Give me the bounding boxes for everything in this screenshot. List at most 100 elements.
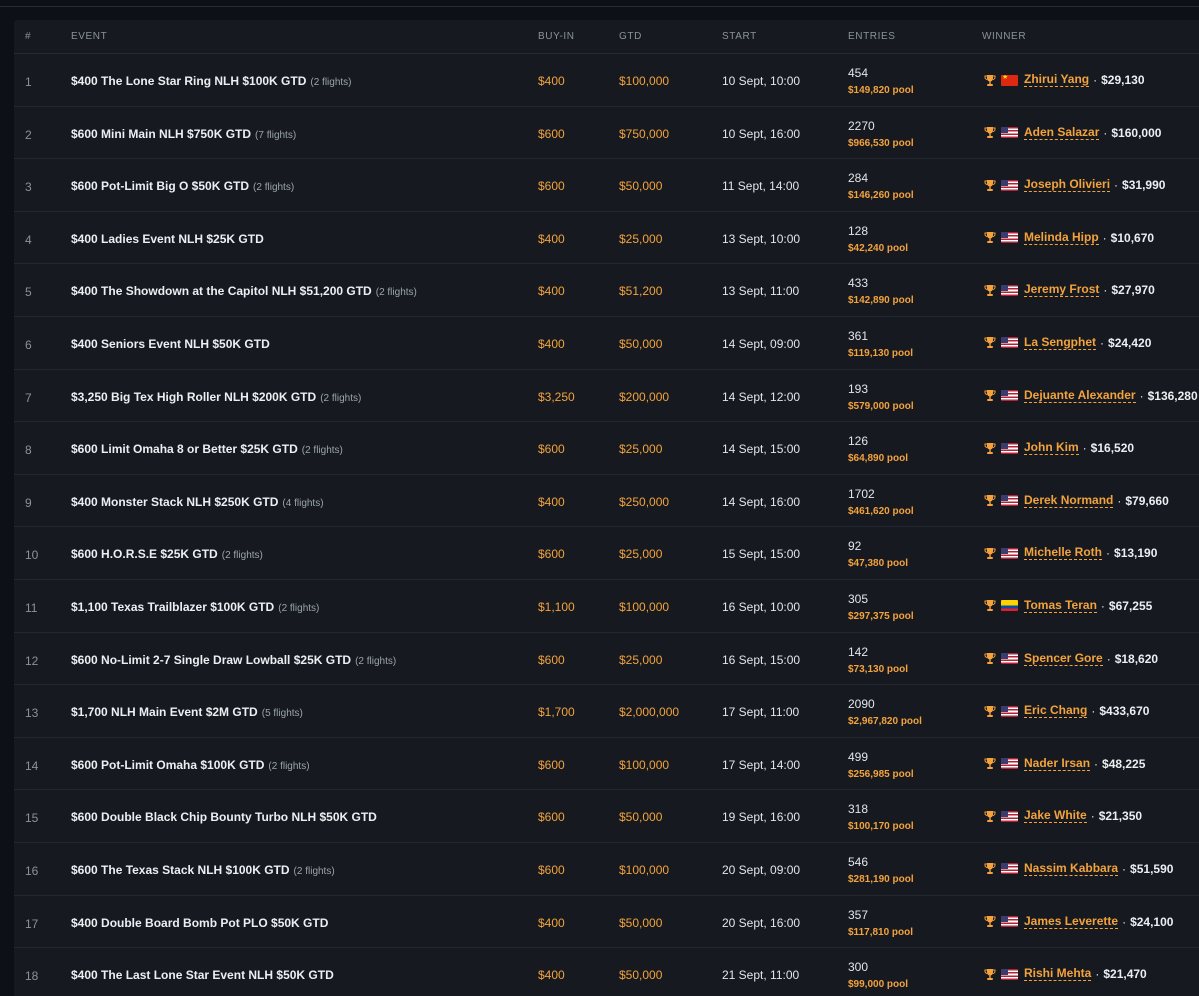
country-flag-icon — [1001, 810, 1018, 822]
winner-name-link[interactable]: Tomas Teran — [1024, 598, 1097, 613]
event-name[interactable]: $600 The Texas Stack NLH $100K GTD (2 fli… — [71, 863, 335, 877]
event-name[interactable]: $400 Monster Stack NLH $250K GTD (4 fligh… — [71, 495, 324, 509]
separator-dot: · — [1102, 230, 1107, 245]
winner-name-link[interactable]: Rishi Mehta — [1024, 967, 1092, 982]
event-number: 12 — [25, 653, 39, 668]
table-row[interactable]: 1 $400 The Lone Star Ring NLH $100K GTD(… — [14, 54, 1199, 107]
winner-name-link[interactable]: Joseph Olivieri — [1024, 178, 1111, 193]
prize-pool: $461,620 pool — [848, 505, 914, 517]
event-name[interactable]: $400 The Showdown at the Capitol NLH $51… — [71, 284, 417, 298]
event-name[interactable]: $400 Ladies Event NLH $25K GTD — [71, 232, 268, 246]
table-row[interactable]: 11 $1,100 Texas Trailblazer $100K GTD (2 … — [14, 580, 1199, 633]
event-flights: (2 flights) — [355, 655, 397, 667]
winner-prize: $433,670 — [1099, 704, 1150, 719]
prize-pool: $99,000 pool — [848, 979, 909, 991]
table-row[interactable]: 14 $600 Pot-Limit Omaha $100K GTD (2 flig… — [14, 738, 1199, 791]
event-name[interactable]: $600 Pot-Limit Big O $50K GTD (2 flights) — [71, 179, 294, 193]
event-number: 16 — [25, 863, 39, 878]
event-name[interactable]: $400 Double Board Bomb Pot PLO $50K GTD — [71, 916, 332, 930]
table-row[interactable]: 5 $400 The Showdown at the Capitol NLH $… — [14, 264, 1199, 317]
col-header-gtd[interactable]: GTD — [619, 31, 642, 42]
prize-pool: $119,130 pool — [848, 347, 914, 359]
event-buyin: $400 — [538, 915, 565, 930]
event-flights: (7 flights) — [255, 129, 297, 141]
event-start: 10 Sept, 10:00 — [722, 74, 801, 88]
event-name[interactable]: $600 Mini Main NLH $750K GTD (7 flights) — [71, 127, 296, 141]
winner-name-link[interactable]: Derek Normand — [1024, 493, 1114, 508]
event-winner: Jake White · $21,350 — [984, 809, 1143, 824]
winner-name-link[interactable]: Dejuante Alexander — [1024, 388, 1136, 403]
event-flights: (4 flights) — [282, 497, 324, 509]
winner-name-link[interactable]: Jake White — [1024, 809, 1087, 824]
event-name[interactable]: $600 Pot-Limit Omaha $100K GTD (2 flights… — [71, 758, 310, 772]
separator-dot: · — [1095, 967, 1100, 982]
winner-prize: $160,000 — [1111, 125, 1162, 140]
event-name[interactable]: $400 Seniors Event NLH $50K GTD — [71, 337, 274, 351]
table-row[interactable]: 8 $600 Limit Omaha 8 or Better $25K GTD(… — [14, 422, 1199, 475]
entries-count: 433 — [848, 276, 869, 291]
table-row[interactable]: 18 $400 The Last Lone Star Event NLH $50… — [14, 948, 1199, 996]
table-row[interactable]: 16 $600 The Texas Stack NLH $100K GTD (2 … — [14, 843, 1199, 896]
col-header-entries[interactable]: ENTRIES — [848, 31, 896, 42]
country-flag-icon — [1001, 390, 1018, 402]
winner-name-link[interactable]: John Kim — [1024, 441, 1079, 456]
table-row[interactable]: 17 $400 Double Board Bomb Pot PLO $50K G… — [14, 896, 1199, 949]
event-name[interactable]: $600 No-Limit 2-7 Single Draw Lowball $2… — [71, 653, 396, 667]
prize-pool: $142,890 pool — [848, 295, 914, 307]
winner-name-link[interactable]: Jeremy Frost — [1024, 283, 1100, 298]
col-header-event[interactable]: EVENT — [71, 31, 107, 42]
table-row[interactable]: 4 $400 Ladies Event NLH $25K GTD $400 $2… — [14, 212, 1199, 265]
prize-pool: $47,380 pool — [848, 558, 909, 570]
winner-name-link[interactable]: Melinda Hipp — [1024, 230, 1099, 245]
winner-name-link[interactable]: La Sengphet — [1024, 335, 1097, 350]
winner-name-link[interactable]: James Leverette — [1024, 914, 1119, 929]
separator-dot: · — [1090, 809, 1095, 824]
country-flag-icon — [1001, 74, 1018, 86]
table-row[interactable]: 15 $600 Double Black Chip Bounty Turbo N… — [14, 790, 1199, 843]
event-flights: (2 flights) — [375, 287, 417, 299]
event-winner: John Kim · $16,520 — [984, 441, 1134, 456]
table-row[interactable]: 10 $600 H.O.R.S.E $25K GTD (2 flights) $6… — [14, 527, 1199, 580]
winner-name-link[interactable]: Eric Chang — [1024, 704, 1088, 719]
event-start: 14 Sept, 12:00 — [722, 389, 801, 404]
winner-name-link[interactable]: Michelle Roth — [1024, 546, 1103, 561]
event-name[interactable]: $3,250 Big Tex High Roller NLH $200K GTD… — [71, 390, 361, 404]
event-name[interactable]: $600 Limit Omaha 8 or Better $25K GTD (2 … — [71, 442, 343, 456]
winner-name-link[interactable]: Nader Irsan — [1024, 756, 1091, 771]
event-start: 11 Sept, 14:00 — [722, 179, 800, 194]
event-buyin: $400 — [538, 968, 565, 983]
country-flag-icon — [1001, 653, 1018, 665]
winner-name-link[interactable]: Spencer Gore — [1024, 651, 1103, 666]
event-start: 17 Sept, 14:00 — [722, 757, 801, 772]
winner-name-link[interactable]: Aden Salazar — [1024, 125, 1100, 140]
event-name[interactable]: $1,100 Texas Trailblazer $100K GTD (2 fli… — [71, 600, 319, 614]
event-entries: 128 $42,240 pool — [848, 224, 908, 256]
event-name[interactable]: $400 The Last Lone Star Event NLH $50K G… — [71, 968, 338, 982]
table-row[interactable]: 7 $3,250 Big Tex High Roller NLH $200K G… — [14, 370, 1199, 423]
table-row[interactable]: 13 $1,700 NLH Main Event $2M GTD (5 fligh… — [14, 685, 1199, 738]
winner-prize: $21,350 — [1098, 809, 1143, 824]
col-header-buyin[interactable]: BUY-IN — [538, 31, 575, 42]
table-row[interactable]: 12 $600 No-Limit 2-7 Single Draw Lowball… — [14, 633, 1199, 686]
event-name[interactable]: $600 H.O.R.S.E $25K GTD (2 flights) — [71, 547, 263, 561]
col-header-start[interactable]: START — [722, 31, 757, 42]
event-number: 18 — [25, 969, 39, 984]
table-row[interactable]: 2 $600 Mini Main NLH $750K GTD (7 flights… — [14, 107, 1199, 160]
country-flag-icon — [1001, 232, 1018, 244]
event-name[interactable]: $600 Double Black Chip Bounty Turbo NLH … — [71, 810, 381, 824]
event-name[interactable]: $400 The Lone Star Ring NLH $100K GTD (2 … — [71, 74, 352, 88]
event-title: $600 Pot-Limit Big O $50K GTD — [71, 179, 250, 194]
event-winner: Tomas Teran · $67,255 — [984, 598, 1152, 613]
winner-name-link[interactable]: Zhirui Yang — [1024, 73, 1090, 87]
entries-count: 454 — [848, 66, 869, 80]
table-row[interactable]: 6 $400 Seniors Event NLH $50K GTD $400 $… — [14, 317, 1199, 370]
event-flights: (2 flights) — [268, 760, 310, 772]
winner-name-link[interactable]: Nassim Kabbara — [1024, 861, 1119, 876]
event-entries: 361 $119,130 pool — [848, 329, 913, 361]
col-header-winner[interactable]: WINNER — [982, 31, 1026, 42]
event-gtd: $250,000 — [619, 494, 670, 509]
table-row[interactable]: 9 $400 Monster Stack NLH $250K GTD (4 fli… — [14, 475, 1199, 528]
table-row[interactable]: 3 $600 Pot-Limit Big O $50K GTD (2 flight… — [14, 159, 1199, 212]
event-gtd: $50,000 — [619, 179, 663, 194]
event-name[interactable]: $1,700 NLH Main Event $2M GTD (5 flights) — [71, 705, 303, 719]
